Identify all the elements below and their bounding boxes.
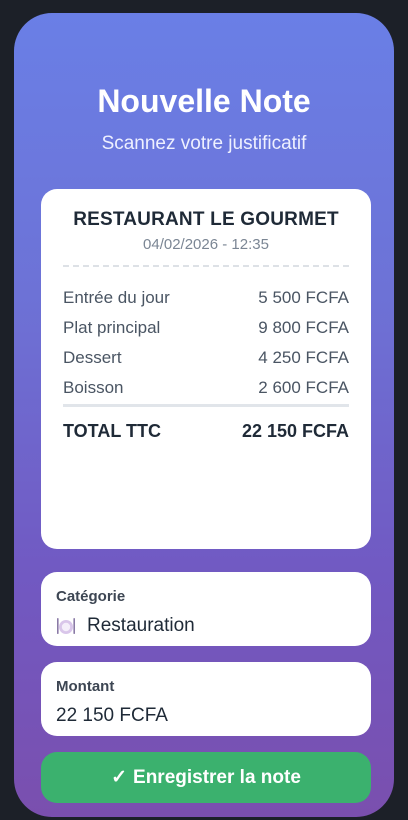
receipt-line-item: Boisson 2 600 FCFA [63, 378, 349, 398]
check-icon: ✓ [111, 767, 128, 788]
receipt-card: RESTAURANT LE GOURMET 04/02/2026 - 12:35… [41, 189, 371, 549]
save-note-label: Enregistrer la note [133, 766, 301, 788]
category-text: Restauration [87, 615, 195, 636]
total-label: TOTAL TTC [63, 421, 161, 441]
total-divider [63, 404, 349, 407]
receipt-line-item: Plat principal 9 800 FCFA [63, 318, 349, 338]
category-value[interactable]: Restauration [56, 615, 195, 637]
amount-field[interactable]: Montant 22 150 FCFA [41, 662, 371, 736]
receipt-total: TOTAL TTC 22 150 FCFA [63, 421, 349, 442]
item-amount: 5 500 FCFA [258, 288, 349, 307]
receipt-line-item: Entrée du jour 5 500 FCFA [63, 288, 349, 308]
receipt-datetime: 04/02/2026 - 12:35 [143, 236, 269, 253]
category-label: Catégorie [56, 588, 126, 605]
page-subtitle: Scannez votre justificatif [101, 133, 307, 154]
item-label: Entrée du jour [63, 288, 170, 307]
amount-value[interactable]: 22 150 FCFA [56, 705, 168, 727]
item-label: Dessert [63, 348, 122, 367]
amount-label: Montant [56, 678, 115, 695]
save-note-button[interactable]: ✓ Enregistrer la note [41, 752, 371, 803]
item-label: Plat principal [63, 318, 161, 337]
dashed-divider [63, 265, 349, 267]
item-label: Boisson [63, 378, 124, 397]
total-amount: 22 150 FCFA [241, 421, 349, 441]
category-field[interactable]: Catégorie Restauration [41, 572, 371, 646]
receipt-line-item: Dessert 4 250 FCFA [63, 348, 349, 368]
phone-screen: Nouvelle Note Scannez votre justificatif… [14, 13, 394, 817]
plate-cutlery-icon [56, 616, 76, 636]
restaurant-name: RESTAURANT LE GOURMET [73, 209, 339, 230]
item-amount: 9 800 FCFA [258, 318, 349, 337]
item-amount: 2 600 FCFA [258, 378, 349, 397]
item-amount: 4 250 FCFA [258, 348, 349, 367]
page-title: Nouvelle Note [97, 83, 311, 119]
